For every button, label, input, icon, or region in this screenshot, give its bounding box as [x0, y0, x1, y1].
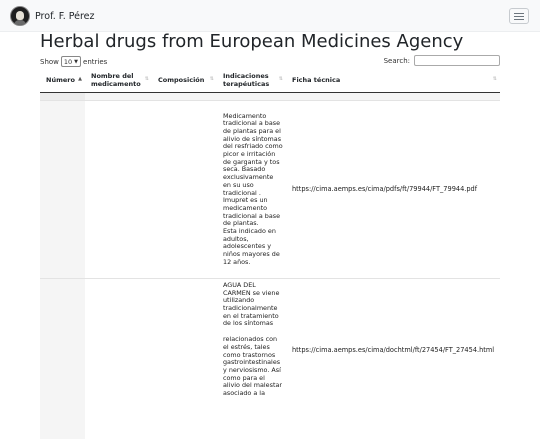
cell-numero: [40, 278, 85, 439]
cell-indicaciones: AGUA DEL CARMEN se viene utilizando trad…: [217, 278, 286, 439]
sort-icon: ⇅: [144, 76, 149, 82]
table-row: AGUA DEL CARMEN se viene utilizando trad…: [40, 278, 500, 439]
column-header-numero[interactable]: Número ▲: [40, 69, 85, 93]
page-title: Herbal drugs from European Medicines Age…: [40, 31, 464, 52]
cell-nombre: [85, 278, 152, 439]
cell-indicaciones: Medicamento tradicional a base de planta…: [217, 100, 286, 279]
cell-nombre: [85, 100, 152, 279]
cell-composicion: [152, 278, 217, 439]
hamburger-menu-icon[interactable]: [509, 8, 529, 24]
table-cell: [40, 92, 85, 101]
column-header-indicaciones[interactable]: Indicaciones terapéuticas ⇅: [217, 69, 286, 93]
cell-numero: [40, 100, 85, 279]
sort-icon: ⇅: [278, 76, 283, 82]
entries-length-control: Show 10 ▼ entries: [40, 56, 107, 67]
column-header-label: Indicaciones terapéuticas: [223, 72, 270, 88]
entries-per-page-select[interactable]: 10 ▼: [60, 56, 82, 67]
column-header-label: Número: [46, 75, 75, 84]
indicaciones-text: relacionados con el estrés, tales como t…: [223, 335, 282, 397]
table-row: Medicamento tradicional a base de planta…: [40, 100, 500, 279]
brand-name: Prof. F. Pérez: [35, 10, 95, 22]
search-label: Search:: [383, 56, 410, 65]
herbal-drugs-table: Número ▲ Nombre del medicamento ⇅ Composic…: [40, 69, 500, 439]
table-cell: [217, 92, 286, 101]
search-input[interactable]: [414, 55, 500, 66]
column-header-label: Composición: [158, 75, 205, 84]
sort-icon: ⇅: [492, 76, 497, 82]
sort-icon: ⇅: [209, 76, 214, 82]
column-header-label: Ficha técnica: [292, 75, 341, 84]
length-prefix: Show: [40, 57, 59, 66]
chevron-down-icon: ▼: [74, 58, 79, 65]
table-search: Search:: [384, 55, 500, 66]
cell-composicion: [152, 100, 217, 279]
cell-ficha-tecnica[interactable]: https://cima.aemps.es/cima/dochtml/ft/27…: [286, 278, 500, 439]
table-row-partial: [40, 92, 500, 101]
length-suffix: entries: [83, 57, 108, 66]
profile-photo-icon: [10, 6, 30, 26]
column-header-composicion[interactable]: Composición ⇅: [152, 69, 217, 93]
column-header-nombre[interactable]: Nombre del medicamento ⇅: [85, 69, 152, 93]
indicaciones-text: AGUA DEL CARMEN se viene utilizando trad…: [223, 281, 280, 328]
column-header-label: Nombre del medicamento: [91, 72, 141, 88]
table-cell: [85, 92, 152, 101]
indicaciones-text: Imupret es un medicamento tradicional a …: [223, 196, 281, 228]
indicaciones-text: Esta indicado en adultos, adolescentes y…: [223, 226, 280, 266]
entries-per-page-value: 10: [63, 57, 73, 66]
column-header-ficha[interactable]: Ficha técnica ⇅: [286, 69, 500, 93]
navbar: Prof. F. Pérez: [0, 0, 540, 32]
table-cell: [286, 92, 500, 101]
sort-ascending-icon: ▲: [78, 76, 82, 82]
table-cell: [152, 92, 217, 101]
navbar-brand[interactable]: Prof. F. Pérez: [10, 5, 95, 27]
indicaciones-text: Medicamento tradicional a base de planta…: [223, 111, 283, 197]
cell-ficha-tecnica[interactable]: https://cima.aemps.es/cima/pdfs/ft/79944…: [286, 100, 500, 279]
